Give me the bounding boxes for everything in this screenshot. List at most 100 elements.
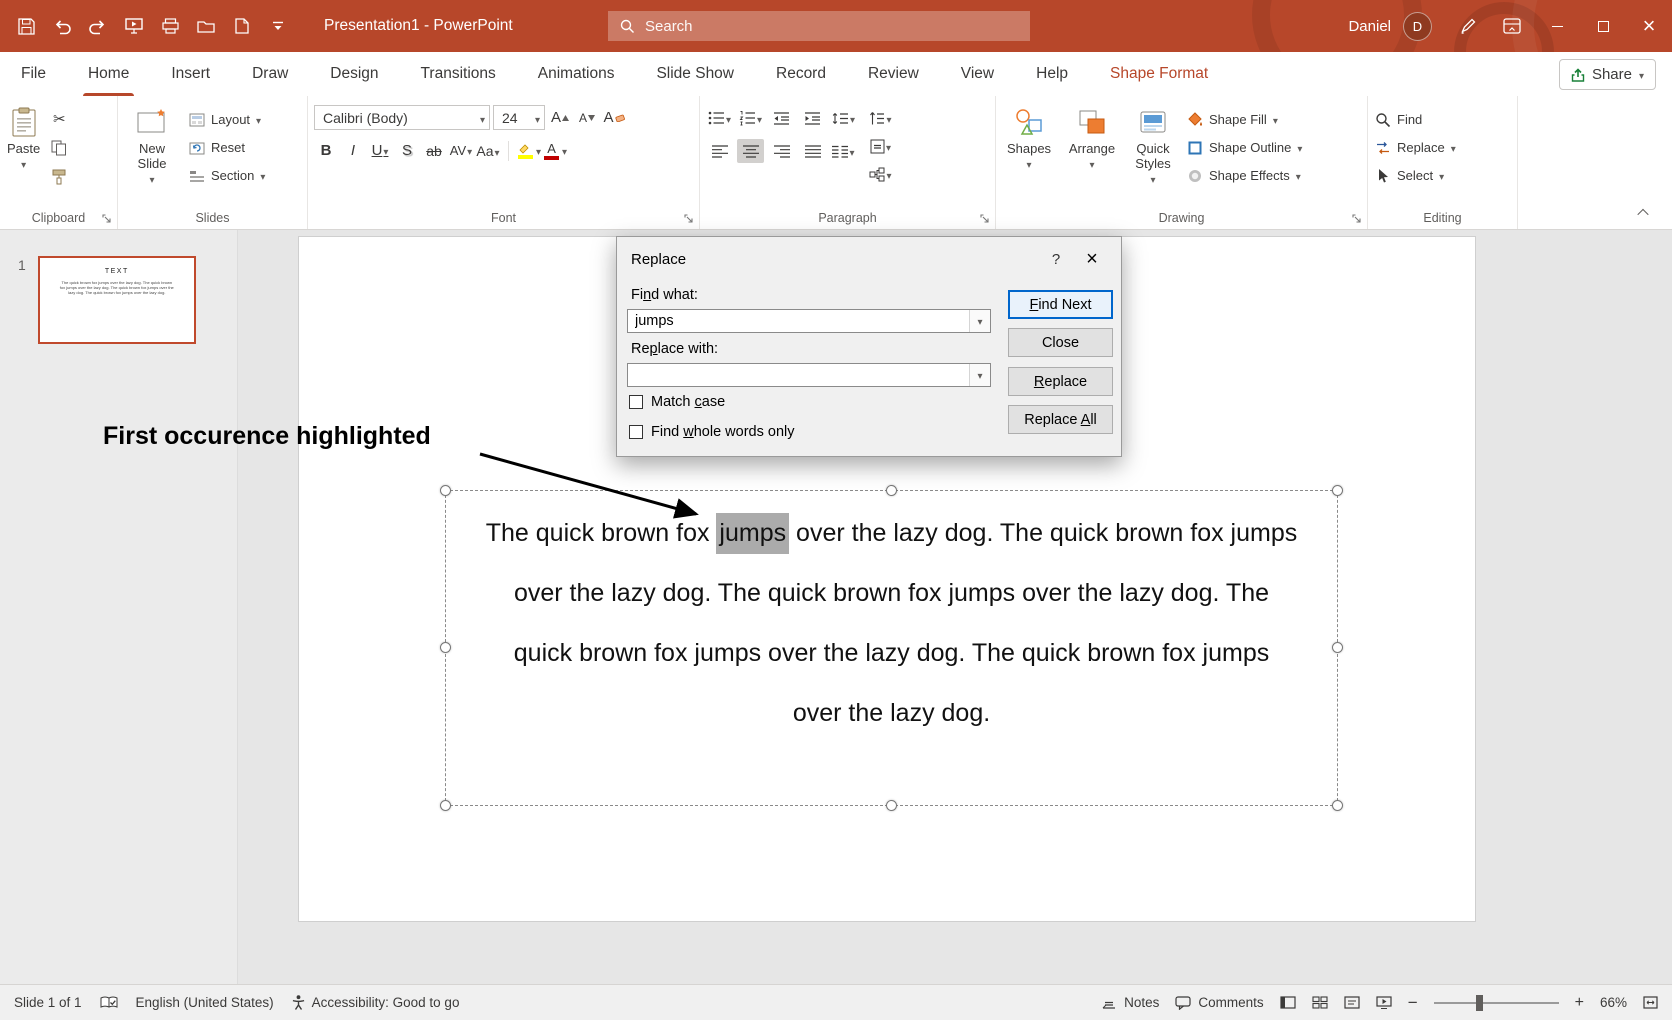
replace-with-dropdown-button[interactable]	[969, 364, 990, 386]
select-button[interactable]: Select	[1370, 163, 1461, 188]
bold-button[interactable]: B	[314, 138, 338, 163]
normal-view-button[interactable]	[1280, 996, 1296, 1009]
slide-sorter-view-button[interactable]	[1312, 996, 1328, 1009]
shape-outline-button[interactable]: Shape Outline	[1182, 135, 1307, 160]
customize-toolbar-button[interactable]	[260, 0, 296, 52]
close-dialog-button[interactable]: Close	[1008, 328, 1113, 357]
whole-words-checkbox[interactable]	[629, 425, 643, 439]
tab-help[interactable]: Help	[1015, 52, 1089, 96]
section-button[interactable]: Section	[184, 163, 270, 188]
dialog-help-button[interactable]: ?	[1041, 244, 1071, 274]
open-folder-button[interactable]	[188, 0, 224, 52]
line-spacing-button[interactable]	[830, 106, 857, 130]
copy-button[interactable]	[45, 136, 73, 160]
notes-button[interactable]: Notes	[1101, 995, 1159, 1010]
slideshow-view-button[interactable]	[1376, 996, 1392, 1009]
quick-styles-button[interactable]: Quick Styles	[1124, 100, 1182, 188]
replace-action-button[interactable]: Replace	[1008, 367, 1113, 396]
font-name-combo[interactable]: Calibri (Body)	[314, 105, 490, 130]
shapes-button[interactable]: Shapes	[998, 100, 1060, 173]
paragraph-dialog-launcher[interactable]	[980, 214, 990, 224]
text-shadow-button[interactable]: S	[395, 138, 419, 163]
slide-thumbnail[interactable]: TEXT The quick brown fox jumps over the …	[37, 256, 196, 344]
collapse-ribbon-button[interactable]	[1632, 203, 1654, 223]
tab-shape-format[interactable]: Shape Format	[1089, 52, 1229, 96]
find-button[interactable]: Find	[1370, 107, 1461, 132]
increase-indent-button[interactable]	[799, 106, 826, 130]
replace-button[interactable]: Replace	[1370, 135, 1461, 160]
tab-draw[interactable]: Draw	[231, 52, 309, 96]
user-avatar[interactable]: D	[1403, 11, 1432, 41]
tab-record[interactable]: Record	[755, 52, 847, 96]
find-next-button[interactable]: Find Next	[1008, 290, 1113, 319]
reset-button[interactable]: Reset	[184, 135, 270, 160]
justify-button[interactable]	[799, 139, 826, 163]
fit-slide-button[interactable]	[1643, 996, 1658, 1009]
italic-button[interactable]: I	[341, 138, 365, 163]
spell-check-button[interactable]	[100, 996, 118, 1010]
minimize-button[interactable]	[1534, 0, 1580, 52]
clipboard-dialog-launcher[interactable]	[102, 214, 112, 224]
align-text-button[interactable]	[867, 134, 894, 158]
find-what-input[interactable]	[628, 310, 969, 332]
replace-all-button[interactable]: Replace All	[1008, 405, 1113, 434]
zoom-slider[interactable]	[1433, 994, 1559, 1011]
font-color-button[interactable]: A	[544, 138, 560, 163]
tab-home[interactable]: Home	[67, 52, 150, 96]
paste-button[interactable]: Paste	[2, 100, 45, 173]
text-box[interactable]: The quick brown fox jumps over the lazy …	[440, 485, 1343, 811]
accessibility-status[interactable]: Accessibility: Good to go	[292, 995, 459, 1010]
replace-dialog-titlebar[interactable]: Replace ?	[617, 237, 1121, 281]
align-right-button[interactable]	[768, 139, 795, 163]
tab-file[interactable]: File	[0, 52, 67, 96]
undo-button[interactable]	[44, 0, 80, 52]
close-button[interactable]	[1626, 0, 1672, 52]
tab-insert[interactable]: Insert	[150, 52, 231, 96]
match-case-checkbox[interactable]	[629, 395, 643, 409]
drawing-dialog-launcher[interactable]	[1352, 214, 1362, 224]
text-direction-button[interactable]	[867, 106, 894, 130]
shape-effects-button[interactable]: Shape Effects	[1182, 163, 1307, 188]
zoom-in-button[interactable]	[1575, 994, 1584, 1012]
shrink-font-button[interactable]: A	[575, 105, 599, 130]
save-button[interactable]	[8, 0, 44, 52]
language-indicator[interactable]: English (United States)	[136, 995, 274, 1010]
format-painter-button[interactable]	[45, 165, 73, 189]
bullets-button[interactable]	[706, 106, 733, 130]
comments-button[interactable]: Comments	[1175, 995, 1264, 1010]
zoom-level[interactable]: 66%	[1600, 995, 1627, 1010]
shape-fill-button[interactable]: Shape Fill	[1182, 107, 1307, 132]
tab-view[interactable]: View	[940, 52, 1015, 96]
font-size-combo[interactable]: 24	[493, 105, 545, 130]
tab-review[interactable]: Review	[847, 52, 940, 96]
search-bar[interactable]	[608, 11, 1030, 41]
clear-formatting-button[interactable]: A	[602, 105, 626, 130]
dialog-close-icon[interactable]	[1071, 244, 1113, 274]
zoom-slider-thumb[interactable]	[1475, 994, 1483, 1011]
new-document-button[interactable]	[224, 0, 260, 52]
tab-design[interactable]: Design	[309, 52, 399, 96]
tab-animations[interactable]: Animations	[517, 52, 636, 96]
inking-button[interactable]	[1446, 0, 1490, 52]
search-input[interactable]	[645, 17, 1018, 35]
align-center-button[interactable]	[737, 139, 764, 163]
replace-with-input[interactable]	[628, 364, 969, 386]
numbering-button[interactable]	[737, 106, 764, 130]
ribbon-display-options-button[interactable]	[1490, 0, 1534, 52]
font-dialog-launcher[interactable]	[684, 214, 694, 224]
columns-button[interactable]	[830, 139, 857, 163]
layout-button[interactable]: Layout	[184, 107, 270, 132]
start-slideshow-button[interactable]	[116, 0, 152, 52]
maximize-button[interactable]	[1580, 0, 1626, 52]
character-spacing-button[interactable]: AV	[449, 138, 473, 163]
find-what-dropdown-button[interactable]	[969, 310, 990, 332]
underline-button[interactable]: U	[368, 138, 392, 163]
tab-transitions[interactable]: Transitions	[400, 52, 517, 96]
zoom-out-button[interactable]	[1408, 993, 1418, 1013]
new-slide-button[interactable]: New Slide	[120, 100, 184, 188]
reading-view-button[interactable]	[1344, 996, 1360, 1009]
arrange-button[interactable]: Arrange	[1060, 100, 1124, 173]
redo-button[interactable]	[80, 0, 116, 52]
cut-button[interactable]: ✂	[45, 107, 73, 131]
convert-to-smartart-button[interactable]	[867, 162, 894, 186]
